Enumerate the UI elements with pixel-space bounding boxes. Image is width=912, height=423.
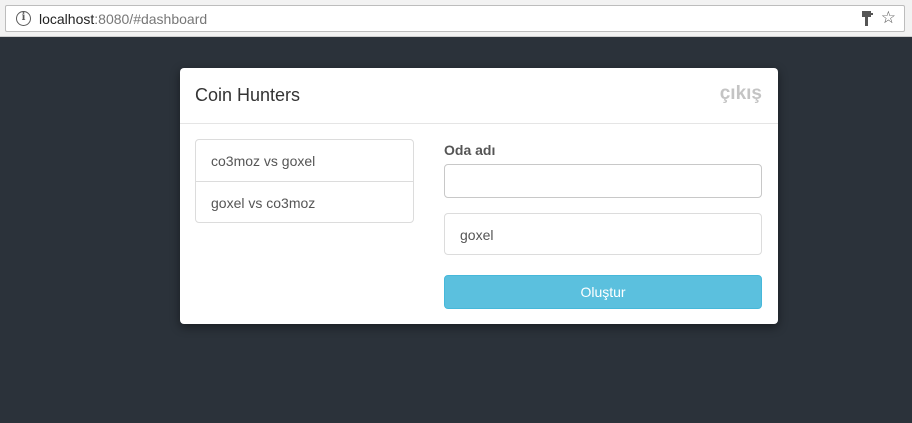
paint-icon[interactable] (860, 10, 874, 28)
browser-toolbar: i localhost:8080/#dashboard ☆ (0, 0, 912, 37)
url-path: :8080/#dashboard (94, 11, 208, 27)
info-icon[interactable]: i (16, 11, 31, 26)
star-icon[interactable]: ☆ (881, 8, 896, 28)
room-list: co3moz vs goxel goxel vs co3moz (195, 139, 414, 223)
create-room-button[interactable]: Oluştur (444, 275, 762, 309)
card-header: Coin Hunters çıkış (180, 68, 778, 124)
room-list-item[interactable]: co3moz vs goxel (196, 140, 413, 181)
room-name-input[interactable] (444, 164, 762, 198)
username-field: goxel (444, 213, 762, 255)
app-title: Coin Hunters (195, 85, 301, 105)
url-host: localhost (39, 11, 95, 27)
dashboard-card: Coin Hunters çıkış co3moz vs goxel goxel… (180, 68, 778, 324)
url-text[interactable]: localhost:8080/#dashboard (39, 11, 207, 27)
address-bar[interactable]: i localhost:8080/#dashboard ☆ (5, 5, 905, 32)
room-list-item[interactable]: goxel vs co3moz (196, 181, 413, 222)
room-name-label: Oda adı (444, 142, 496, 158)
logout-link[interactable]: çıkış (720, 83, 762, 105)
